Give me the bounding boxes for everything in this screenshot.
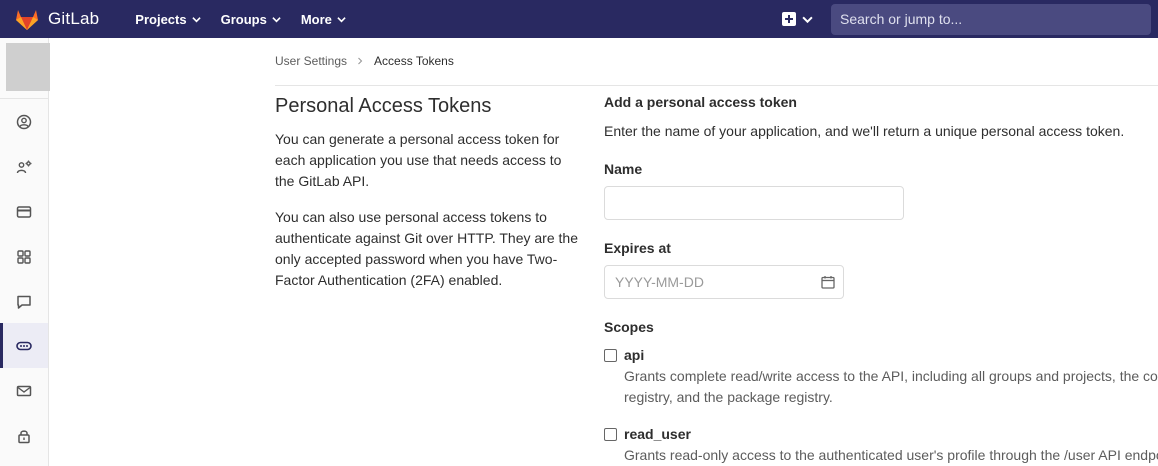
breadcrumb: User Settings Access Tokens <box>275 54 454 68</box>
chevron-down-icon <box>337 16 346 22</box>
name-label: Name <box>604 161 643 177</box>
nav-projects-label: Projects <box>135 11 187 27</box>
token-name-input[interactable] <box>604 186 904 220</box>
search-input[interactable]: Search or jump to... <box>831 3 1151 35</box>
form-description: Enter the name of your application, and … <box>604 123 1125 139</box>
scope-api-description: Grants complete read/write access to the… <box>624 368 1158 384</box>
breadcrumb-user-settings[interactable]: User Settings <box>275 54 347 68</box>
scope-api-checkbox[interactable] <box>604 349 617 362</box>
profile-icon <box>16 114 32 129</box>
access-tokens-icon <box>16 341 32 350</box>
breadcrumb-divider <box>275 85 1158 86</box>
scopes-label: Scopes <box>604 319 654 335</box>
comment-icon <box>17 295 31 309</box>
top-navbar: GitLab Projects Groups More Search or ju… <box>0 0 1158 38</box>
intro-paragraph-2: You can also use personal access tokens … <box>275 209 578 288</box>
chevron-down-icon <box>802 16 813 23</box>
avatar[interactable] <box>6 43 50 91</box>
expires-at-input[interactable]: YYYY-MM-DD <box>604 265 844 299</box>
intro-paragraph-1: You can generate a personal access token… <box>275 131 562 189</box>
nav-groups-label: Groups <box>220 11 267 27</box>
plus-square-icon <box>782 12 796 26</box>
applications-icon <box>17 249 31 264</box>
expires-placeholder: YYYY-MM-DD <box>615 274 704 290</box>
brand-name: GitLab <box>48 9 100 28</box>
calendar-icon[interactable] <box>821 275 835 289</box>
account-icon <box>16 160 32 173</box>
sidebar-item-applications[interactable] <box>0 234 48 279</box>
new-dropdown-button[interactable] <box>782 12 813 26</box>
breadcrumb-current[interactable]: Access Tokens <box>374 54 454 68</box>
sidebar-item-chat[interactable] <box>0 279 48 324</box>
chevron-down-icon <box>191 16 201 22</box>
sidebar-item-emails[interactable] <box>0 368 48 413</box>
nav-more-label: More <box>300 11 332 27</box>
settings-sidebar <box>0 38 50 466</box>
intro-column: Personal Access Tokens You can generate … <box>275 95 580 306</box>
sidebar-item-profile[interactable] <box>0 99 48 144</box>
brand[interactable]: GitLab <box>0 0 99 38</box>
nav-projects[interactable]: Projects <box>125 0 210 38</box>
page-title: Personal Access Tokens <box>275 95 492 117</box>
nav-groups[interactable]: Groups <box>211 0 291 38</box>
scope-read-user-checkbox[interactable] <box>604 428 617 441</box>
nav-more[interactable]: More <box>291 0 356 38</box>
chevron-down-icon <box>272 16 281 22</box>
gitlab-logo-icon <box>16 10 38 30</box>
sidebar-item-account[interactable] <box>0 144 48 189</box>
sidebar-item-access-tokens[interactable] <box>0 323 48 368</box>
scope-api-label[interactable]: api <box>624 347 644 363</box>
chevron-right-icon <box>358 57 363 65</box>
expires-label: Expires at <box>604 240 671 256</box>
sidebar-item-password[interactable] <box>0 413 48 458</box>
scope-api-description-2: registry, and the package registry. <box>624 389 833 405</box>
lock-icon <box>18 429 30 443</box>
search-placeholder: Search or jump to... <box>840 11 963 27</box>
form-title: Add a personal access token <box>604 94 797 110</box>
scope-read-user-label[interactable]: read_user <box>624 426 691 442</box>
credit-card-icon <box>16 205 32 218</box>
sidebar-item-billing[interactable] <box>0 189 48 234</box>
mail-icon <box>16 385 32 396</box>
scope-read-user-description: Grants read-only access to the authentic… <box>624 447 1158 463</box>
